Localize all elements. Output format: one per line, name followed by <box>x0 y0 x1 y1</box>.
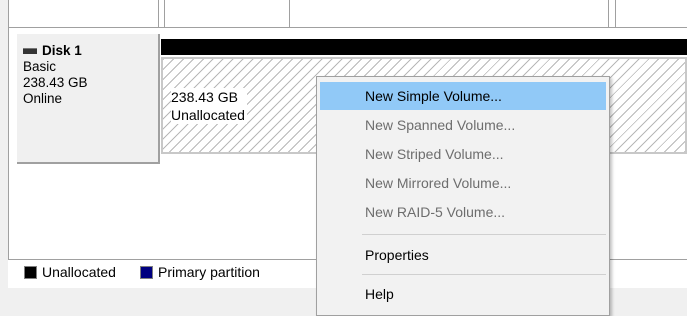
unallocated-legend-swatch <box>24 266 37 279</box>
disk-label-box[interactable]: Disk 1 Basic 238.43 GB Online <box>17 34 160 164</box>
context-menu: New Simple Volume... New Spanned Volume.… <box>316 76 610 316</box>
partition-header-bar <box>161 39 687 55</box>
disk-name: Disk 1 <box>42 43 82 58</box>
legend-unallocated-label: Unallocated <box>42 264 116 280</box>
menu-item-new-spanned-volume[interactable]: New Spanned Volume... <box>320 111 606 139</box>
partition-size: 238.43 GB <box>171 89 238 105</box>
menu-item-new-striped-volume[interactable]: New Striped Volume... <box>320 140 606 168</box>
menu-item-help[interactable]: Help <box>320 280 606 308</box>
column-divider <box>615 0 616 27</box>
column-divider <box>164 0 165 27</box>
menu-item-new-raid5-volume[interactable]: New RAID-5 Volume... <box>320 198 606 226</box>
menu-item-new-mirrored-volume[interactable]: New Mirrored Volume... <box>320 169 606 197</box>
disk-drive-icon <box>23 48 37 54</box>
menu-separator <box>362 234 606 235</box>
unallocated-partition-info: 238.43 GB Unallocated <box>171 88 247 124</box>
disk-status: Online <box>23 91 63 106</box>
previous-disk-row <box>8 0 687 28</box>
disk-title: Disk 1 <box>23 43 82 59</box>
legend-primary-partition-label: Primary partition <box>158 264 260 280</box>
menu-separator <box>362 274 606 275</box>
menu-item-new-simple-volume[interactable]: New Simple Volume... <box>320 82 606 110</box>
disk-size: 238.43 GB <box>23 75 88 90</box>
partition-label: Unallocated <box>171 107 245 123</box>
column-divider <box>158 0 159 27</box>
column-divider <box>608 0 609 27</box>
column-divider <box>289 0 290 27</box>
menu-item-properties[interactable]: Properties <box>320 241 606 269</box>
disk-type: Basic <box>23 59 57 74</box>
primary-partition-legend-swatch <box>140 266 153 279</box>
